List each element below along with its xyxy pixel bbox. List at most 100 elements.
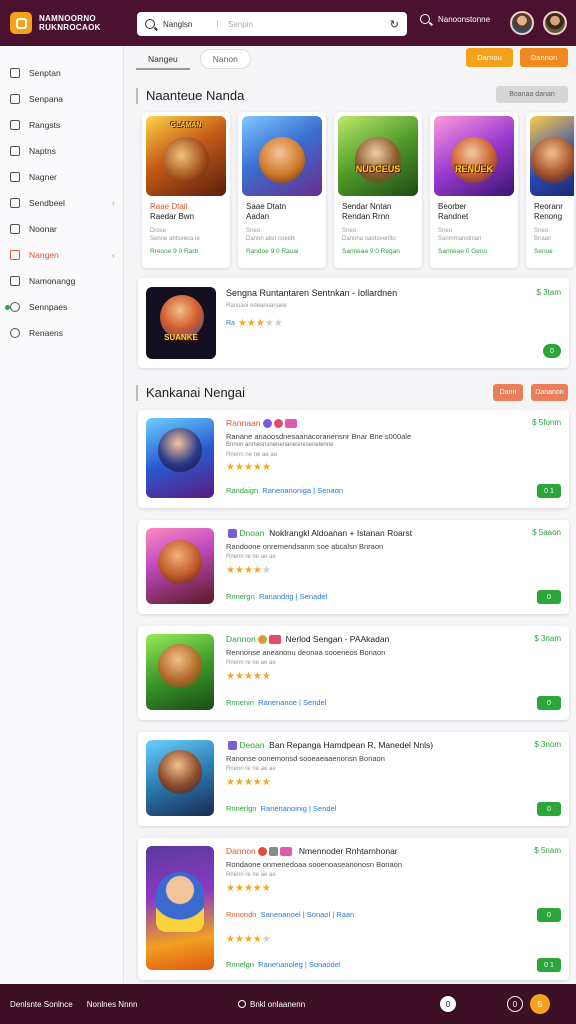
search-input[interactable]: Nanglsn: [163, 19, 218, 29]
see-all-button[interactable]: Boanaa danan: [496, 86, 568, 103]
game-thumbnail[interactable]: [146, 740, 214, 816]
item-link-blue[interactable]: Ranandrig | Senadel: [259, 592, 327, 601]
game-thumbnail[interactable]: [146, 528, 214, 604]
item-link-green[interactable]: Rnnenin: [226, 698, 254, 707]
game-card[interactable]: GLAMAN Raae Dtail Raedar Bwn Drose Senne a…: [142, 112, 230, 268]
item-link-green[interactable]: Rnnelgn: [226, 960, 254, 969]
footer-left-text-2[interactable]: Nonlnes Nnnn: [87, 1000, 138, 1009]
featured-game[interactable]: SUANKE Sengna Runtantaren Sentnkan - Iol…: [138, 278, 569, 368]
search-placeholder[interactable]: Senpin: [228, 20, 390, 29]
item-description: Ranonse oonemonsd sooeaeaaenonsn Bonaon: [226, 754, 385, 763]
sidebar-item-7[interactable]: Noonar: [0, 216, 123, 242]
item-link-blue[interactable]: Ranenanoleg | Sonaodel: [258, 960, 340, 969]
item-link-blue[interactable]: Sanenanoel | Sonaol | Raan: [261, 910, 355, 919]
item-link-green[interactable]: Randaign: [226, 486, 258, 495]
item-get-button[interactable]: 0: [537, 696, 561, 710]
search-icon[interactable]: [145, 19, 155, 29]
featured-get-button[interactable]: 0: [543, 344, 561, 358]
list-item[interactable]: Dannon Nmennoder Rnhtarnhonar Rondaone o…: [138, 838, 569, 980]
app-logo-icon[interactable]: [10, 12, 32, 34]
list-item[interactable]: Dannon Nerlod Sengan - PAAkadan Rennonse…: [138, 626, 569, 720]
item-link-blue[interactable]: Ranenanoe | Sendel: [258, 698, 326, 707]
item-link-blue[interactable]: Ranenanoniga | Senaon: [262, 486, 343, 495]
featured-title[interactable]: Sengna Runtantaren Sentnkan - Iollardnen: [226, 288, 397, 298]
app-logo-text[interactable]: NAMNOORNO RUKNROCAOK: [39, 14, 127, 32]
item-get-button[interactable]: 0: [537, 802, 561, 816]
game-card-partial[interactable]: Reoranr Renong Sneo Bnaan Senue: [526, 112, 574, 268]
list-button-1[interactable]: Dann: [493, 384, 523, 401]
game-thumbnail[interactable]: [146, 418, 214, 498]
profile-avatar[interactable]: [543, 11, 567, 35]
sidebar-item-9[interactable]: Namonangg: [0, 268, 123, 294]
footer-button-1[interactable]: 0: [440, 996, 456, 1012]
game-card[interactable]: NUDCEUS Sendar Nntan Rendan Rrnn Sneo Dano…: [334, 112, 422, 268]
item-links[interactable]: Rnnergn Ranandrig | Senadel: [226, 592, 327, 601]
item-links-2[interactable]: Rnnelgn Ranenanoleg | Sonaodel: [226, 960, 341, 969]
search-bar[interactable]: Nanglsn Senpin ↻: [137, 12, 407, 36]
item-link-orange[interactable]: Rnnondn: [226, 910, 256, 919]
list-item[interactable]: Dnoan Noklrangkl Aldoanan + Istanan Roar…: [138, 520, 569, 614]
item-title[interactable]: Dannon Nerlod Sengan - PAAkadan: [226, 634, 389, 645]
item-links[interactable]: Rnnondn Sanenanoel | Sonaol | Raan: [226, 910, 354, 919]
item-title[interactable]: Deoan Ban Repanga Hamdpean R, Manedel Nn…: [226, 740, 433, 751]
footer-button-2[interactable]: 0: [507, 996, 523, 1012]
item-links[interactable]: Rnnenin Ranenanoe | Sendel: [226, 698, 326, 707]
item-links[interactable]: Randaign Ranenanoniga | Senaon: [226, 486, 343, 495]
game-title[interactable]: Sendar Nntan Rendan Rrnn: [338, 202, 418, 222]
item-get-button[interactable]: 0: [537, 590, 561, 604]
header-search-link[interactable]: Nanoonstonne: [420, 14, 490, 24]
game-logo-text: NUDCEUS: [355, 164, 401, 174]
game-thumbnail[interactable]: GLAMAN: [146, 116, 226, 196]
list-item[interactable]: Deoan Ban Repanga Hamdpean R, Manedel Nn…: [138, 732, 569, 826]
game-thumbnail[interactable]: [146, 634, 214, 710]
sidebar-item-2[interactable]: Senpana: [0, 86, 123, 112]
sidebar-item-5[interactable]: Nagner: [0, 164, 123, 190]
sidebar-item-1[interactable]: Senptan: [0, 60, 123, 86]
filter-button-2[interactable]: Dannon: [520, 48, 568, 67]
footer-button-3[interactable]: 5: [530, 994, 550, 1014]
game-thumbnail[interactable]: [146, 846, 214, 970]
sidebar-item-6[interactable]: Sendbeel ‹: [0, 190, 123, 216]
item-link-green[interactable]: Rnnerlgn: [226, 804, 256, 813]
game-title[interactable]: Beorber Randnet: [434, 202, 514, 222]
refresh-icon[interactable]: ↻: [390, 18, 399, 31]
featured-thumbnail[interactable]: SUANKE: [146, 287, 216, 359]
clock-icon: [238, 1000, 246, 1008]
item-title[interactable]: Dannon Nmennoder Rnhtarnhonar: [226, 846, 398, 857]
game-thumbnail[interactable]: NUDCEUS: [338, 116, 418, 196]
sidebar-item-10[interactable]: Sennpaes: [0, 294, 123, 320]
game-title[interactable]: Reoranr Renong: [530, 202, 570, 222]
list-button-2[interactable]: Dananon: [531, 384, 568, 401]
list-item[interactable]: Rannaan Ranane anaoosdnesaanacoranensnr …: [138, 410, 569, 508]
item-link-green[interactable]: Rnnergn: [226, 592, 255, 601]
sidebar-item-4[interactable]: Naptns: [0, 138, 123, 164]
character-art: [355, 137, 401, 183]
item-links[interactable]: Rnnerlgn Ranenanoinig | Sendel: [226, 804, 336, 813]
item-title[interactable]: Dnoan Noklrangkl Aldoanan + Istanan Roar…: [226, 528, 412, 539]
game-card[interactable]: RENUEK Beorber Randnet Sneu Sanmmanstnlan …: [430, 112, 518, 268]
footer-center[interactable]: Bnkl onlaanenn: [238, 1000, 305, 1009]
sidebar-item-3[interactable]: Rangsts: [0, 112, 123, 138]
item-get-button[interactable]: 0: [537, 908, 561, 922]
game-card[interactable]: Saae Dtatn Aadan Sneo Danon alsn coeidk Ra…: [238, 112, 326, 268]
game-title[interactable]: Saae Dtatn Aadan: [242, 202, 322, 222]
featured-price: $ 3tam: [536, 288, 561, 297]
item-get-button-2[interactable]: 0 1: [537, 958, 561, 972]
meta-line-1: Drose: [150, 228, 167, 234]
game-thumbnail[interactable]: RENUEK: [434, 116, 514, 196]
header-search-icon[interactable]: [420, 14, 430, 24]
item-title[interactable]: Rannaan: [226, 418, 297, 429]
footer-left-text[interactable]: Denlsnte Sonlnce: [10, 1000, 73, 1009]
game-thumbnail[interactable]: [530, 116, 574, 196]
item-get-button[interactable]: 0 1: [537, 484, 561, 498]
header-search-label[interactable]: Nanoonstonne: [438, 15, 490, 24]
game-thumbnail[interactable]: [242, 116, 322, 196]
filter-button-1[interactable]: Darnou: [466, 48, 513, 67]
tab-1[interactable]: Nangeu: [136, 49, 190, 70]
sidebar-item-8-active[interactable]: Nangen ‹: [0, 242, 123, 268]
game-title[interactable]: Raae Dtail Raedar Bwn: [146, 202, 226, 222]
item-link-blue[interactable]: Ranenanoinig | Sendel: [261, 804, 337, 813]
tab-2[interactable]: Nanon: [199, 49, 251, 69]
sidebar-item-11[interactable]: Renaens: [0, 320, 123, 346]
user-avatar[interactable]: [510, 11, 534, 35]
